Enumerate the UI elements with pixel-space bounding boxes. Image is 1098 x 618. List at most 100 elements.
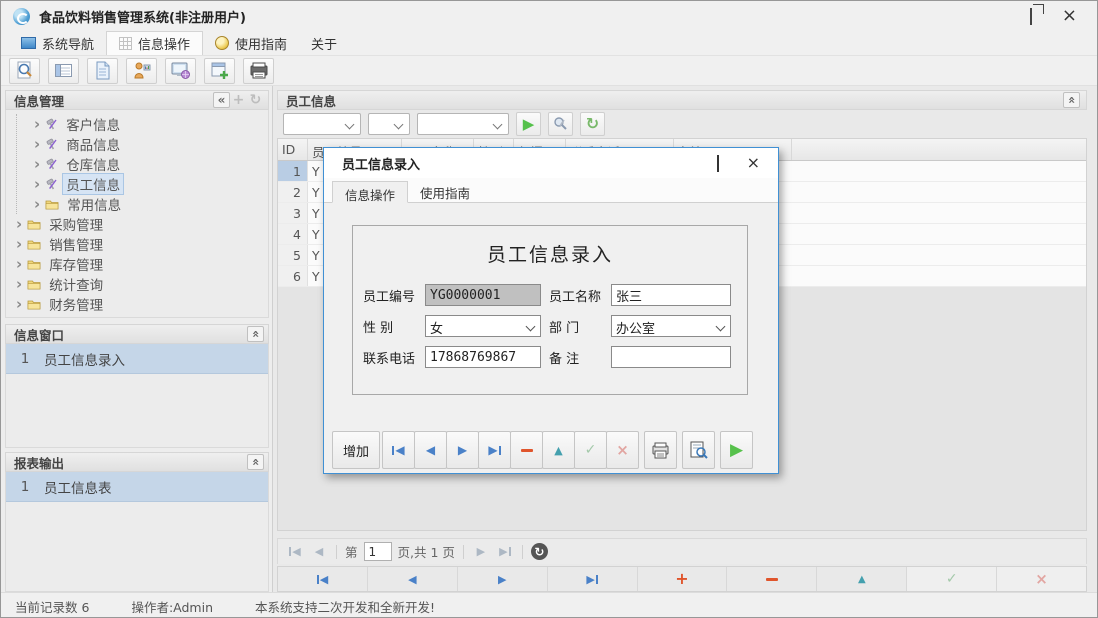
employee-stats-button[interactable] <box>126 58 157 84</box>
dialog-last-button[interactable]: ▶ <box>478 431 511 469</box>
person-chart-icon <box>132 61 152 80</box>
dialog-edit-button[interactable]: ▲ <box>542 431 575 469</box>
list-item-index: 1 <box>6 351 44 367</box>
separator <box>463 545 464 559</box>
cancel-record-icon: × <box>1035 570 1048 588</box>
collapse-up-icon: « <box>1065 96 1077 104</box>
filter-operator-select[interactable] <box>368 113 410 135</box>
filter-refresh-button[interactable]: ↻ <box>580 112 605 136</box>
nav-next-button[interactable]: ▶ <box>458 567 547 591</box>
menu-label: 信息操作 <box>138 34 190 53</box>
nav-edit-button[interactable]: ▲ <box>817 567 906 591</box>
dialog-tab-user-guide[interactable]: 使用指南 <box>408 180 482 202</box>
document-button[interactable] <box>87 58 118 84</box>
page-number-input[interactable] <box>364 542 392 561</box>
nav-last-button[interactable]: ▶ <box>548 567 637 591</box>
restore-button[interactable] <box>1030 9 1032 24</box>
dialog-print-button[interactable] <box>644 431 677 469</box>
tree-item-common-info[interactable]: › 常用信息 <box>17 194 268 214</box>
dialog-post-button[interactable]: ✓ <box>574 431 607 469</box>
status-bar: 当前记录数 6 操作者:Admin 本系统支持二次开发和全新开发! <box>1 592 1097 618</box>
info-windows-collapse-button[interactable]: « <box>247 326 264 342</box>
column-header-id[interactable]: ID <box>278 139 308 160</box>
menu-user-guide[interactable]: 使用指南 <box>203 31 299 55</box>
page-prev-button[interactable]: ◀ <box>310 543 328 561</box>
next-record-icon: ▶ <box>498 573 506 586</box>
nav-post-button[interactable]: ✓ <box>907 567 996 591</box>
table-view-icon <box>54 62 74 80</box>
dialog-tab-info-operation[interactable]: 信息操作 <box>332 181 408 203</box>
nav-cancel-button[interactable]: × <box>997 567 1086 591</box>
tree-item-sales-management[interactable]: › 销售管理 <box>6 234 268 254</box>
info-window-item-employee-entry[interactable]: 1 员工信息录入 <box>6 344 268 374</box>
system-navigation-icon <box>21 37 36 49</box>
page-last-button[interactable]: ▶ <box>496 543 514 561</box>
dialog-run-button[interactable]: ▶ <box>720 431 753 469</box>
dialog-preview-button[interactable] <box>682 431 715 469</box>
report-output-title: 报表输出 <box>14 453 247 472</box>
report-output-collapse-button[interactable]: « <box>247 454 264 470</box>
dialog-first-button[interactable]: ◀ <box>382 431 415 469</box>
nav-add-button[interactable]: + <box>638 567 727 591</box>
nav-delete-button[interactable] <box>727 567 816 591</box>
user-guide-icon <box>215 36 229 50</box>
nav-first-button[interactable]: ◀ <box>278 567 367 591</box>
gender-select[interactable]: 女 <box>425 315 541 337</box>
tools-icon <box>45 138 58 151</box>
nav-prev-button[interactable]: ◀ <box>368 567 457 591</box>
operator-label: 操作者:Admin <box>131 597 213 616</box>
menu-info-operation[interactable]: 信息操作 <box>106 31 203 55</box>
remark-label: 备 注 <box>549 348 611 367</box>
filter-run-button[interactable]: ▶ <box>516 112 541 136</box>
info-operation-icon <box>119 37 132 50</box>
tree-item-inventory-management[interactable]: › 库存管理 <box>6 254 268 274</box>
menu-about[interactable]: 关于 <box>299 31 349 55</box>
list-item-label: 员工信息录入 <box>44 349 125 369</box>
tree-item-product-info[interactable]: › 商品信息 <box>17 134 268 154</box>
tree-item-employee-info[interactable]: › 员工信息 <box>17 174 268 194</box>
add-window-button[interactable] <box>204 58 235 84</box>
filter-field-select[interactable] <box>283 113 361 135</box>
close-button[interactable]: × <box>1062 9 1077 23</box>
tree-item-purchase-management[interactable]: › 采购管理 <box>6 214 268 234</box>
dialog-cancel-button[interactable]: × <box>606 431 639 469</box>
tree-item-customer-info[interactable]: › 客户信息 <box>17 114 268 134</box>
print-archive-button[interactable] <box>243 58 274 84</box>
info-windows-title: 信息窗口 <box>14 325 247 344</box>
employee-code-field[interactable] <box>425 284 541 306</box>
main-collapse-button[interactable]: « <box>1063 92 1080 108</box>
tree-item-warehouse-info[interactable]: › 仓库信息 <box>17 154 268 174</box>
menu-system-navigation[interactable]: 系统导航 <box>9 31 106 55</box>
screen-view-button[interactable] <box>165 58 196 84</box>
add-button[interactable]: 增加 <box>332 431 380 469</box>
phone-field[interactable] <box>425 346 541 368</box>
page-first-button[interactable]: ◀ <box>286 543 304 561</box>
tree-item-statistics-query[interactable]: › 统计查询 <box>6 274 268 294</box>
dialog-close-button[interactable]: × <box>747 157 760 169</box>
search-records-button[interactable] <box>9 58 40 84</box>
tree-item-label: 常用信息 <box>64 194 124 214</box>
dialog-maximize-button[interactable] <box>717 156 719 171</box>
department-select[interactable]: 办公室 <box>611 315 731 337</box>
app-logo-icon <box>13 8 30 25</box>
menu-label: 关于 <box>311 34 337 53</box>
info-management-title: 信息管理 <box>14 91 213 110</box>
remark-field[interactable] <box>611 346 731 368</box>
edit-record-icon: ▲ <box>554 444 562 457</box>
table-view-button[interactable] <box>48 58 79 84</box>
sidebar-add-button[interactable]: + <box>230 92 247 108</box>
dialog-next-button[interactable]: ▶ <box>446 431 479 469</box>
sidebar-refresh-button[interactable]: ↻ <box>247 92 264 108</box>
sidebar-collapse-button[interactable]: « <box>213 92 230 108</box>
filter-search-button[interactable] <box>548 112 573 136</box>
tree-item-finance-management[interactable]: › 财务管理 <box>6 294 268 314</box>
monitor-globe-icon <box>170 61 191 80</box>
report-item-employee-table[interactable]: 1 员工信息表 <box>6 472 268 502</box>
dialog-delete-button[interactable] <box>510 431 543 469</box>
page-refresh-button[interactable]: ↻ <box>531 543 548 560</box>
filter-value-select[interactable] <box>417 113 509 135</box>
page-next-button[interactable]: ▶ <box>472 543 490 561</box>
dialog-prev-button[interactable]: ◀ <box>414 431 447 469</box>
employee-name-field[interactable] <box>611 284 731 306</box>
sidebar: 信息管理 « + ↻ › 客户信息 › 商品信息 <box>1 86 273 592</box>
